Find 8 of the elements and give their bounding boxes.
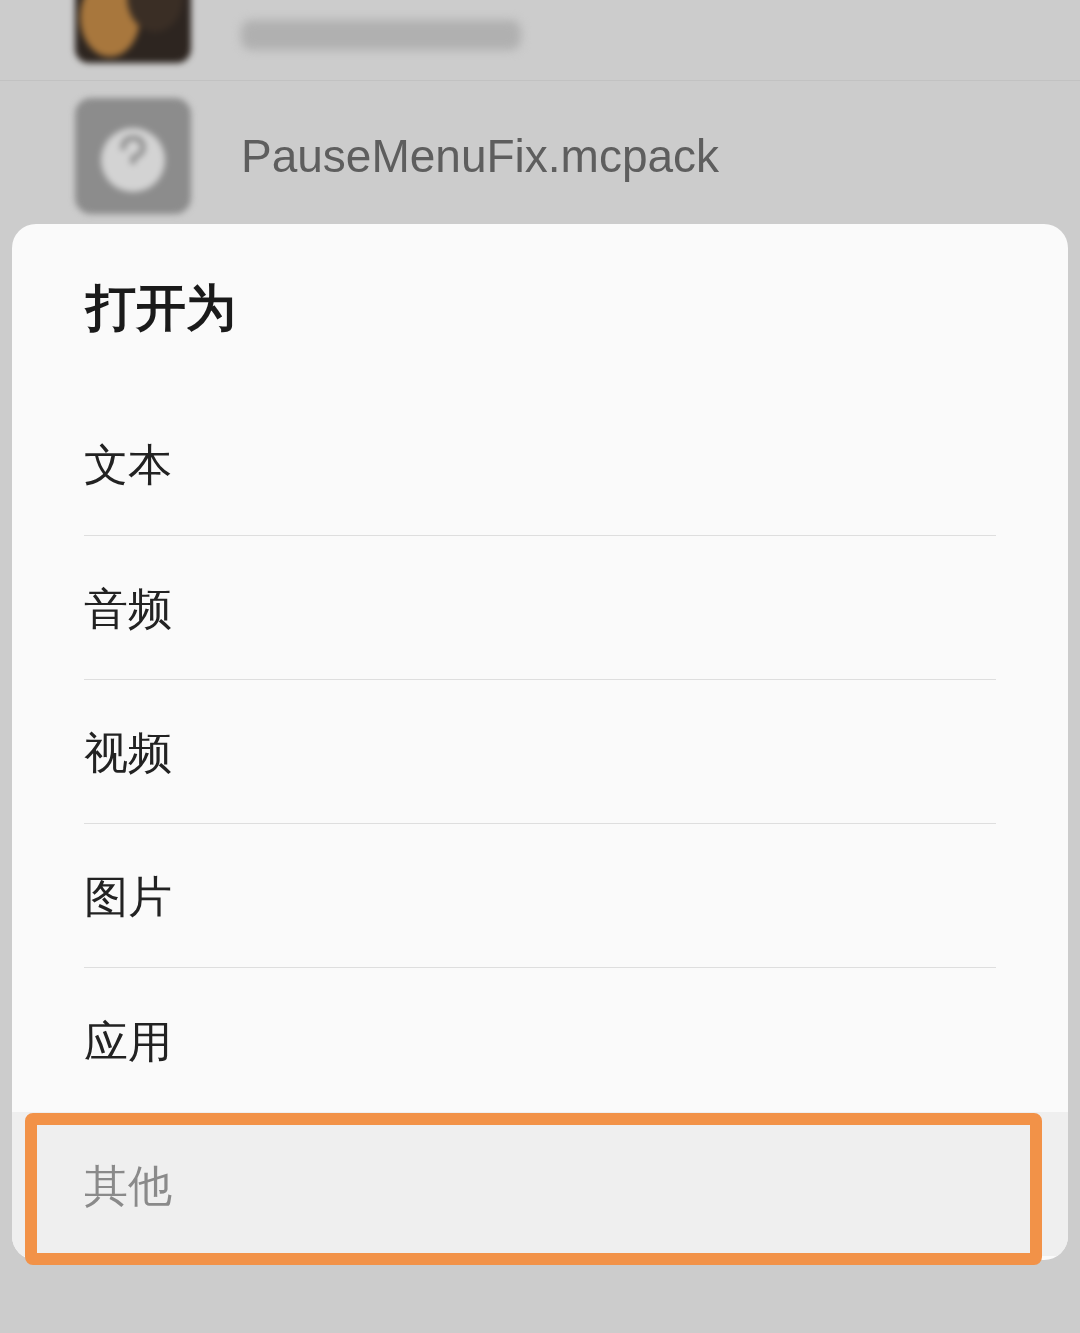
unknown-file-icon bbox=[75, 98, 191, 214]
sheet-title: 打开为 bbox=[83, 277, 237, 339]
option-item[interactable]: 应用 bbox=[84, 968, 996, 1112]
option-item[interactable]: 视频 bbox=[84, 680, 996, 824]
option-item[interactable]: 图片 bbox=[84, 824, 996, 968]
file-name: PauseMenuFix.mcpack bbox=[241, 130, 720, 182]
option-item[interactable]: 音频 bbox=[84, 536, 996, 680]
option-item[interactable]: 文本 bbox=[84, 392, 996, 536]
